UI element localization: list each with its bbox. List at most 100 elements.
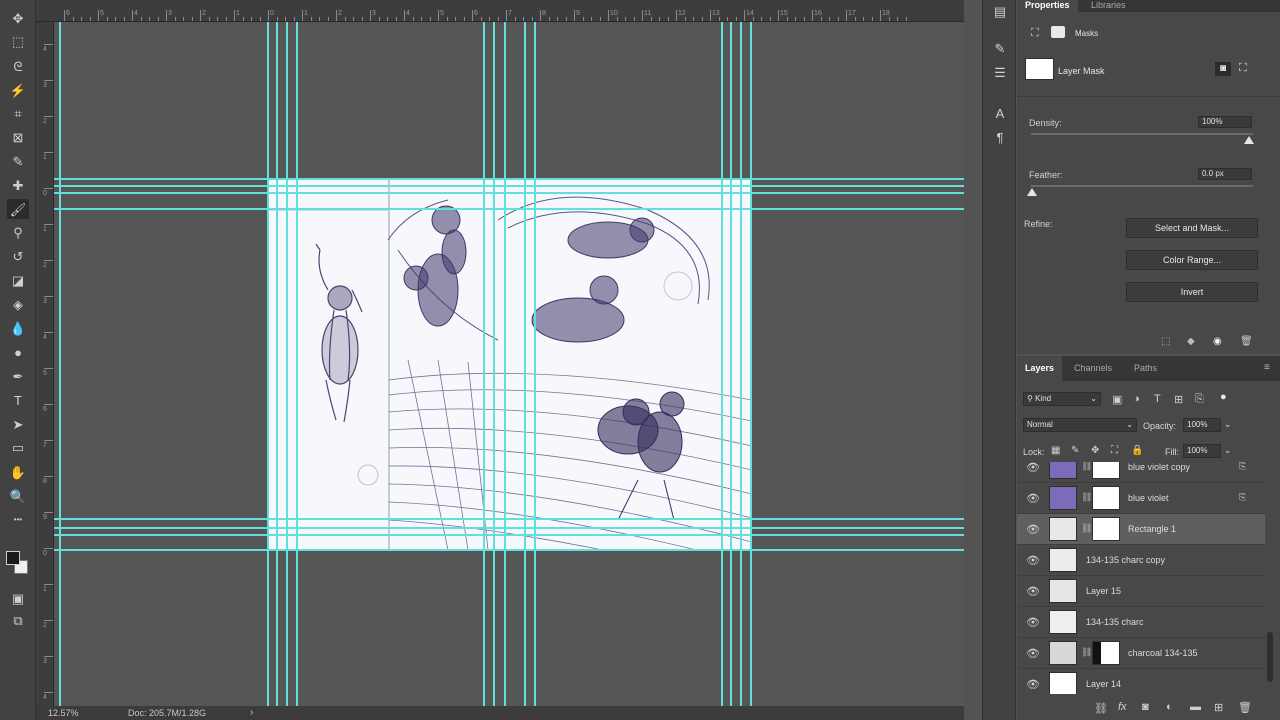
layer-thumbnail[interactable] [1049, 486, 1077, 510]
move-icon[interactable]: ✥ [7, 8, 29, 28]
lock-artboard-icon[interactable]: ⛶ [1111, 445, 1118, 456]
character-panel-icon[interactable]: A [990, 104, 1010, 122]
vertical-guide[interactable] [493, 22, 495, 706]
vertical-guide[interactable] [750, 22, 752, 706]
document-canvas[interactable] [54, 22, 964, 706]
panel-menu-icon[interactable]: ≡ [1264, 362, 1270, 373]
tab-channels[interactable]: Channels [1074, 356, 1112, 381]
vertical-guide[interactable] [483, 22, 485, 706]
horizontal-guide[interactable] [54, 527, 964, 529]
path-selection-icon[interactable]: ➤ [7, 414, 29, 434]
tab-properties[interactable]: Properties [1017, 0, 1078, 12]
layer-row[interactable]: 👁 ⛓ blue violet copy ⎘ [1017, 462, 1265, 483]
layer-thumbnail[interactable] [1049, 462, 1077, 479]
lasso-icon[interactable]: ᘓ [7, 56, 29, 76]
horizontal-guide[interactable] [54, 549, 964, 551]
artwork-image[interactable] [268, 180, 752, 551]
horizontal-guide[interactable] [54, 208, 964, 210]
layer-row[interactable]: 👁 ⛓ Rectangle 1 [1017, 514, 1265, 545]
density-field[interactable]: 100% [1198, 116, 1252, 128]
mask-link-icon[interactable]: ⛓ [1081, 523, 1092, 534]
filter-type-icon[interactable]: T [1154, 393, 1161, 405]
vertical-guide[interactable] [534, 22, 536, 706]
opacity-field[interactable]: 100% [1183, 418, 1221, 432]
visibility-eye-icon[interactable]: 👁 [1026, 492, 1040, 505]
layer-thumbnail[interactable] [1049, 548, 1077, 572]
clone-stamp-icon[interactable]: ⚲ [7, 222, 29, 242]
horizontal-guide[interactable] [54, 534, 964, 536]
foreground-color-swatch[interactable] [6, 551, 20, 565]
frame-icon[interactable]: ⊠ [7, 127, 29, 147]
vertical-guide[interactable] [296, 22, 298, 706]
visibility-eye-icon[interactable]: 👁 [1026, 523, 1040, 536]
color-range-button[interactable]: Color Range... [1126, 250, 1258, 270]
layer-name[interactable]: Layer 15 [1086, 586, 1121, 596]
pixel-mask-icon[interactable]: ⛶ [1031, 27, 1039, 40]
history-panel-icon[interactable]: ▤ [990, 3, 1010, 21]
visibility-eye-icon[interactable]: 👁 [1026, 554, 1040, 567]
vertical-guide[interactable] [276, 22, 278, 706]
brush-icon[interactable]: 🖌 [7, 199, 29, 219]
filter-pixel-icon[interactable]: ▣ [1112, 393, 1122, 406]
layer-thumbnail[interactable] [1049, 517, 1077, 541]
add-mask-icon[interactable]: ◙ [1142, 701, 1149, 713]
magic-wand-icon[interactable]: ⚡ [7, 80, 29, 100]
rectangle-icon[interactable]: ▭ [7, 437, 29, 457]
mask-link-icon[interactable]: ⛓ [1081, 492, 1092, 503]
layer-name[interactable]: 134-135 charc [1086, 617, 1144, 627]
mask-link-icon[interactable]: ⛓ [1081, 462, 1092, 472]
filter-smart-object-icon[interactable]: ⎘ [1195, 393, 1204, 406]
brush-settings-icon[interactable]: ✎ [990, 40, 1010, 58]
horizontal-guide[interactable] [54, 518, 964, 520]
visibility-eye-icon[interactable]: 👁 [1026, 462, 1040, 474]
layer-name[interactable]: Layer 14 [1086, 679, 1121, 689]
new-group-icon[interactable]: ▬ [1190, 701, 1201, 713]
feather-slider-thumb[interactable] [1027, 188, 1037, 196]
layer-thumbnail[interactable] [1049, 672, 1077, 694]
layer-name[interactable]: charcoal 134-135 [1128, 648, 1198, 658]
history-brush-icon[interactable]: ↺ [7, 246, 29, 266]
density-slider-track[interactable] [1031, 133, 1253, 135]
new-layer-icon[interactable]: ⊞ [1214, 701, 1223, 714]
apply-mask-icon[interactable]: ◆ [1187, 336, 1195, 347]
adjustment-layer-icon[interactable]: ◐ [1166, 701, 1173, 713]
horizontal-guide[interactable] [54, 192, 964, 194]
layer-thumbnail[interactable] [1049, 610, 1077, 634]
vertical-guide[interactable] [59, 22, 61, 706]
pen-icon[interactable]: ✒ [7, 366, 29, 386]
paragraph-panel-icon[interactable]: ¶ [990, 128, 1010, 146]
layer-thumbnail[interactable] [1049, 641, 1077, 665]
vector-mask-icon[interactable]: ⛶ [1239, 62, 1247, 75]
layer-mask-thumbnail[interactable] [1092, 462, 1120, 479]
delete-layer-icon[interactable]: 🗑 [1238, 701, 1252, 714]
status-menu-arrow[interactable]: › [250, 707, 253, 718]
delete-mask-icon[interactable]: 🗑 [1240, 336, 1253, 347]
fill-field[interactable]: 100% [1183, 444, 1221, 458]
layer-thumbnail[interactable] [1049, 579, 1077, 603]
type-icon[interactable]: T [7, 390, 29, 410]
invert-button[interactable]: Invert [1126, 282, 1258, 302]
fill-chevron-icon[interactable]: ⌄ [1224, 445, 1232, 456]
layer-name[interactable]: blue violet copy [1128, 462, 1190, 472]
layer-mask-thumbnail[interactable] [1092, 486, 1120, 510]
eyedropper-icon[interactable]: ✎ [7, 151, 29, 171]
layer-name[interactable]: Rectangle 1 [1128, 524, 1176, 534]
blur-icon[interactable]: 💧 [7, 318, 29, 338]
layer-row[interactable]: 👁 ⛓ charcoal 134-135 [1017, 638, 1265, 669]
layer-row[interactable]: 👁 Layer 14 [1017, 669, 1265, 694]
layer-name[interactable]: blue violet [1128, 493, 1169, 503]
horizontal-guide[interactable] [54, 185, 964, 187]
hand-icon[interactable]: ✋ [7, 462, 29, 482]
layer-list-scrollbar[interactable] [1267, 632, 1273, 682]
blend-mode-select[interactable]: Normal ⌄ [1023, 418, 1137, 432]
tab-libraries[interactable]: Libraries [1091, 0, 1126, 12]
lock-all-icon[interactable]: 🔒 [1131, 445, 1143, 456]
filter-adjustment-icon[interactable]: ◑ [1133, 393, 1140, 405]
vertical-guide[interactable] [740, 22, 742, 706]
layer-row[interactable]: 👁 Layer 15 [1017, 576, 1265, 607]
quick-mask-icon[interactable]: ▣ [7, 588, 29, 608]
layer-mask-thumbnail[interactable] [1092, 517, 1120, 541]
dodge-icon[interactable]: ● [7, 342, 29, 362]
feather-field[interactable]: 0.0 px [1198, 168, 1252, 180]
healing-brush-icon[interactable]: ✚ [7, 175, 29, 195]
